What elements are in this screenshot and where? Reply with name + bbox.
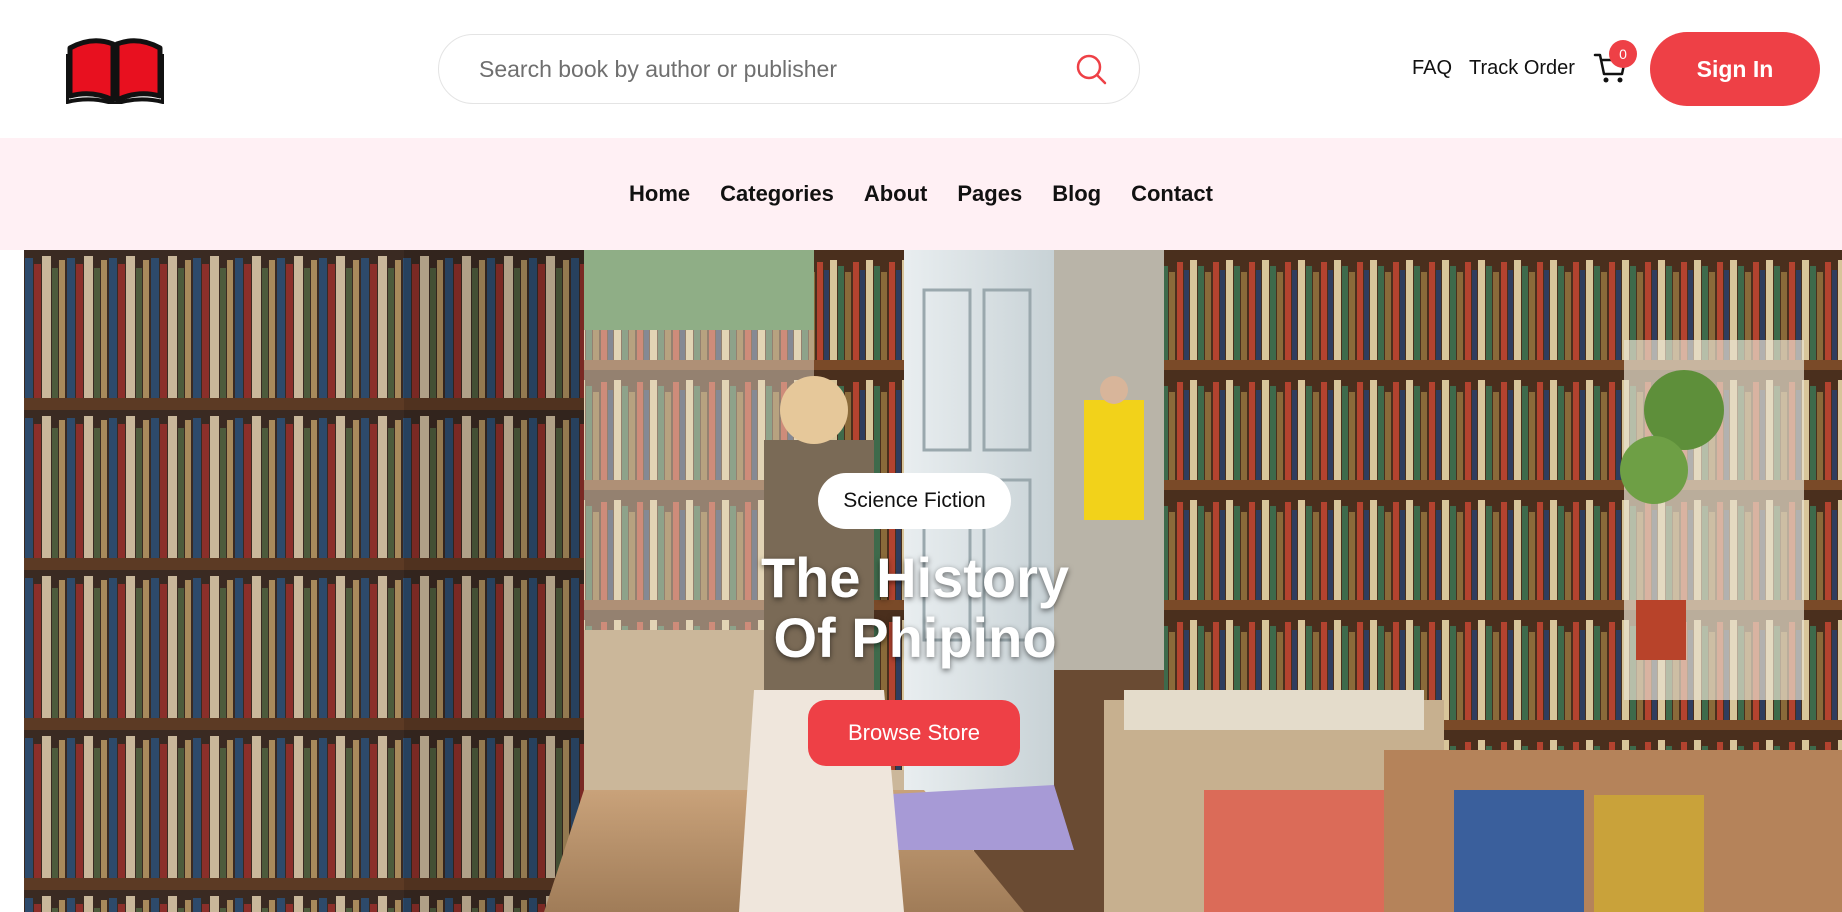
cart-count-badge: 0 [1609, 40, 1637, 68]
nav-item-about[interactable]: About [864, 181, 928, 207]
nav-item-pages[interactable]: Pages [957, 181, 1022, 207]
hero-title-line-1: The History [760, 546, 1070, 609]
nav-item-blog[interactable]: Blog [1052, 181, 1101, 207]
main-nav-bar: Home Categories About Pages Blog Contact [0, 138, 1842, 250]
search-icon [1076, 54, 1107, 85]
open-book-icon [65, 38, 165, 106]
nav-item-contact[interactable]: Contact [1131, 181, 1213, 207]
hero-title: The History Of Phipino [700, 548, 1130, 668]
browse-store-button[interactable]: Browse Store [808, 700, 1020, 766]
nav-item-home[interactable]: Home [629, 181, 690, 207]
sign-in-button[interactable]: Sign In [1650, 32, 1820, 106]
logo[interactable] [65, 34, 165, 106]
hero-title-line-2: Of Phipino [773, 606, 1057, 669]
hero-category-tag[interactable]: Science Fiction [818, 473, 1011, 529]
faq-link[interactable]: FAQ [1412, 57, 1452, 80]
header: FAQ Track Order 0 Sign In [0, 0, 1842, 138]
main-nav: Home Categories About Pages Blog Contact [0, 138, 1842, 250]
nav-item-categories[interactable]: Categories [720, 181, 834, 207]
hero-banner: Science Fiction The History Of Phipino B… [24, 250, 1842, 912]
search-bar [438, 34, 1140, 104]
search-input[interactable] [479, 35, 1059, 103]
search-button[interactable] [1073, 51, 1109, 87]
track-order-link[interactable]: Track Order [1469, 57, 1575, 80]
